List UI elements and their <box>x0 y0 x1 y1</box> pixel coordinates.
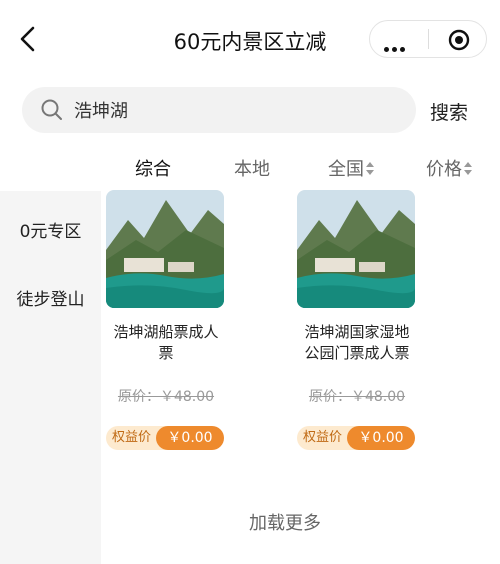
tab-price[interactable]: 价格 <box>426 155 473 181</box>
filter-tabs: 综合 本地 全国 价格 <box>0 145 500 189</box>
product-image <box>297 190 415 308</box>
search-input[interactable] <box>74 87 394 133</box>
more-options-icon[interactable] <box>384 37 414 52</box>
tab-national[interactable]: 全国 <box>328 155 375 181</box>
tab-comprehensive[interactable]: 综合 <box>135 155 171 181</box>
tab-local[interactable]: 本地 <box>234 155 270 181</box>
product-image <box>106 190 224 308</box>
original-price: 原价：￥48.00 <box>117 389 215 405</box>
product-name-line: 浩坤湖国家湿地 <box>304 323 410 341</box>
sidebar-item-hiking[interactable]: 徒步登山 <box>0 285 101 310</box>
product-name-line: 公园门票成人票 <box>304 344 410 362</box>
tab-label: 本地 <box>234 159 270 180</box>
product-card[interactable]: 浩坤湖国家湿地 公园门票成人票 原价：￥48.00 权益价 ￥0.00 <box>297 190 417 450</box>
tab-label: 全国 <box>328 159 364 180</box>
search-icon <box>41 99 62 120</box>
benefit-price: ￥0.00 <box>347 426 415 450</box>
product-name: 浩坤湖国家湿地 公园门票成人票 <box>297 322 417 364</box>
close-target-icon[interactable] <box>448 29 470 51</box>
tab-label: 综合 <box>135 159 171 180</box>
product-name-line: 浩坤湖船票成人 <box>113 323 219 341</box>
product-card[interactable]: 浩坤湖船票成人 票 原价：￥48.00 权益价 ￥0.00 <box>106 190 226 450</box>
product-name: 浩坤湖船票成人 票 <box>106 322 226 364</box>
sidebar-item-free-zone[interactable]: 0元专区 <box>0 217 101 242</box>
load-more[interactable]: 加载更多 <box>210 509 360 535</box>
tab-label: 价格 <box>426 159 462 180</box>
sort-arrows-icon <box>464 161 473 177</box>
search-button[interactable]: 搜索 <box>430 98 468 125</box>
product-name-line: 票 <box>158 344 174 362</box>
top-bar: 60元内景区立减 <box>0 0 500 78</box>
original-price: 原价：￥48.00 <box>308 389 406 405</box>
mini-program-capsule <box>369 20 487 58</box>
sort-arrows-icon <box>366 161 375 177</box>
search-bar[interactable] <box>22 87 416 133</box>
capsule-divider <box>428 29 429 49</box>
category-sidebar: 0元专区 徒步登山 <box>0 191 101 564</box>
benefit-price: ￥0.00 <box>156 426 224 450</box>
